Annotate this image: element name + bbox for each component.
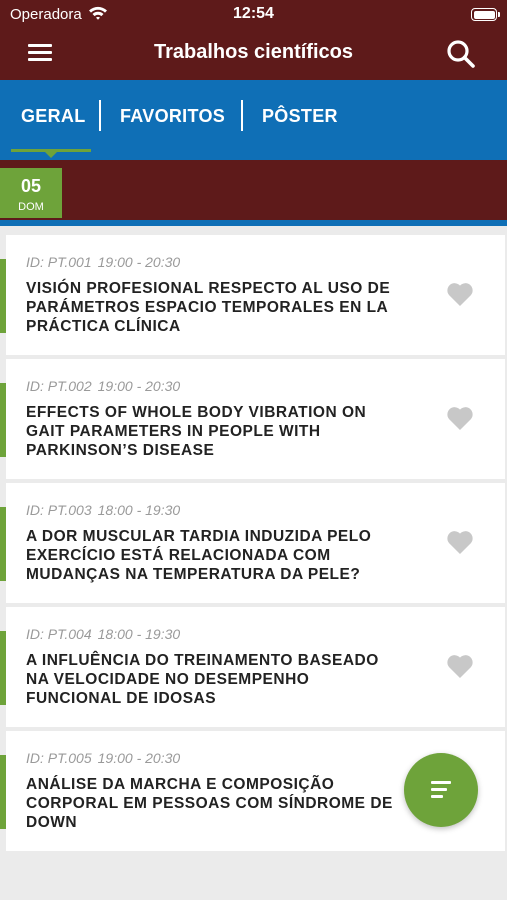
item-title: EFFECTS OF WHOLE BODY VIBRATION ON GAIT … [26, 404, 367, 459]
tab-bar: GERAL FAVORITOS PÔSTER [0, 80, 507, 160]
tab-divider [99, 100, 101, 131]
item-title: A DOR MUSCULAR TARDIA INDUZIDA PELO EXER… [26, 528, 372, 583]
item-time: 19:00 - 20:30 [97, 378, 181, 394]
status-bar: Operadora 12:54 [0, 0, 507, 30]
item-title: ANÁLISE DA MARCHA E COMPOSIÇÃO CORPORAL … [26, 776, 393, 831]
item-meta: ID: PT.005 19:00 - 20:30 [26, 750, 180, 766]
status-time: 12:54 [233, 5, 274, 22]
item-accent [0, 507, 6, 581]
heart-icon[interactable] [446, 405, 474, 431]
heart-icon[interactable] [446, 529, 474, 555]
item-title: VISIÓN PROFESIONAL RESPECTO AL USO DE PA… [26, 280, 391, 335]
tab-poster[interactable]: PÔSTER [262, 106, 338, 127]
item-id: ID: PT.002 [26, 378, 92, 394]
date-day: 05 [20, 176, 42, 196]
item-accent [0, 755, 6, 829]
battery-icon [471, 8, 500, 21]
item-meta: ID: PT.002 19:00 - 20:30 [26, 378, 180, 394]
tab-divider [241, 100, 243, 131]
item-time: 19:00 - 20:30 [97, 750, 181, 766]
list-item[interactable]: ID: PT.001 19:00 - 20:30 VISIÓN PROFESION… [0, 235, 505, 355]
item-id: ID: PT.005 [26, 750, 92, 766]
list-item[interactable]: ID: PT.004 18:00 - 19:30 A INFLUÊNCIA DO … [0, 607, 505, 727]
item-id: ID: PT.003 [26, 502, 92, 518]
item-time: 18:00 - 19:30 [97, 626, 181, 642]
item-accent [0, 383, 6, 457]
date-bar: 05 DOM [0, 160, 507, 226]
item-id: ID: PT.004 [26, 626, 92, 642]
item-accent [0, 631, 6, 705]
heart-icon[interactable] [446, 653, 474, 679]
date-chip[interactable]: 05 DOM [0, 168, 62, 218]
item-meta: ID: PT.001 19:00 - 20:30 [26, 254, 180, 270]
heart-icon[interactable] [446, 281, 474, 307]
list-item[interactable]: ID: PT.003 18:00 - 19:30 A DOR MUSCULAR T… [0, 483, 505, 603]
list-item[interactable]: ID: PT.002 19:00 - 20:30 EFFECTS OF WHOLE… [0, 359, 505, 479]
item-meta: ID: PT.003 18:00 - 19:30 [26, 502, 180, 518]
date-weekday: DOM [18, 201, 44, 213]
tab-favoritos[interactable]: FAVORITOS [120, 106, 225, 127]
item-title: A INFLUÊNCIA DO TREINAMENTO BASEADO NA V… [26, 652, 379, 707]
app-bar: Trabalhos científicos [0, 30, 507, 80]
item-id: ID: PT.001 [26, 254, 92, 270]
item-meta: ID: PT.004 18:00 - 19:30 [26, 626, 180, 642]
active-tab-indicator [11, 149, 91, 158]
tab-geral[interactable]: GERAL [21, 106, 86, 127]
filter-button[interactable] [404, 753, 478, 827]
item-accent [0, 259, 6, 333]
item-time: 19:00 - 20:30 [97, 254, 181, 270]
item-time: 18:00 - 19:30 [97, 502, 181, 518]
filter-icon [431, 781, 451, 802]
search-icon[interactable] [445, 38, 477, 70]
page-title: Trabalhos científicos [154, 41, 353, 63]
